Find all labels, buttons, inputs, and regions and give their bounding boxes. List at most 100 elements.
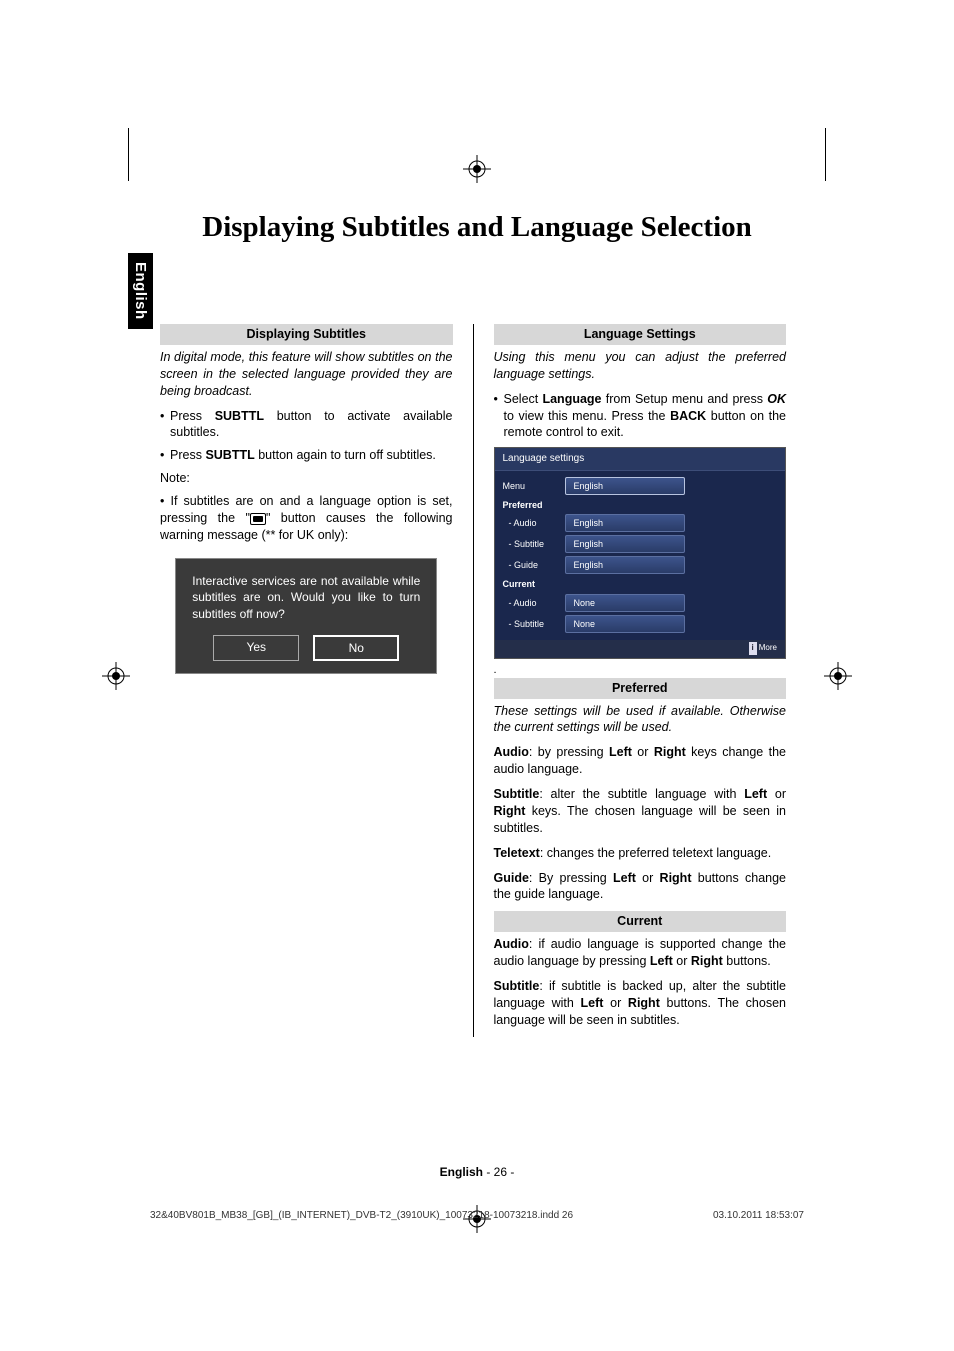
label: - Subtitle (503, 538, 559, 550)
bold: Right (628, 996, 660, 1010)
section-heading-preferred: Preferred (494, 678, 787, 699)
para-guide-preferred: Guide: By pressing Left or Right buttons… (494, 870, 787, 904)
right-intro: Using this menu you can adjust the prefe… (494, 349, 787, 383)
select-value[interactable]: English (565, 535, 685, 553)
bold: Right (494, 804, 526, 818)
para-teletext-preferred: Teletext: changes the preferred teletext… (494, 845, 787, 862)
dialog-text: Interactive services are not available w… (192, 573, 420, 623)
footer-metadata: 32&40BV801B_MB38_[GB]_(IB_INTERNET)_DVB-… (150, 1210, 804, 1221)
section-heading-current: Current (494, 911, 787, 932)
language-tab: English (128, 253, 153, 329)
bullet-select-language: Select Language from Setup menu and pres… (494, 391, 787, 442)
bold: Audio (494, 745, 529, 759)
text: : alter the subtitle language with (539, 787, 744, 801)
caption-dot: . (494, 663, 787, 678)
bold: Right (660, 871, 692, 885)
label: - Guide (503, 559, 559, 571)
bold: Right (654, 745, 686, 759)
footer-file: 32&40BV801B_MB38_[GB]_(IB_INTERNET)_DVB-… (150, 1210, 573, 1221)
bold: Left (609, 745, 632, 759)
section-heading-displaying-subtitles: Displaying Subtitles (160, 324, 453, 345)
bold: Left (613, 871, 636, 885)
section-heading-language-settings: Language Settings (494, 324, 787, 345)
tv-section-current: Current (503, 578, 778, 590)
text: or (767, 787, 786, 801)
text: keys. The chosen language will be seen i… (494, 804, 787, 835)
bullet-press-subttl-off: Press SUBTTL button again to turn off su… (160, 447, 453, 464)
select-value[interactable]: None (565, 615, 685, 633)
text: buttons. (723, 954, 771, 968)
page-title: Displaying Subtitles and Language Select… (0, 211, 954, 244)
para-subtitle-current: Subtitle: if subtitle is backed up, alte… (494, 978, 787, 1029)
bold: Subtitle (494, 979, 540, 993)
no-button[interactable]: No (313, 635, 399, 661)
text: from Setup menu and press (602, 392, 768, 406)
tv-section-preferred: Preferred (503, 499, 778, 511)
registration-mark-icon (102, 662, 130, 690)
right-column: Language Settings Using this menu you ca… (494, 324, 787, 1037)
bold: SUBTTL (205, 448, 254, 462)
registration-mark-icon (463, 155, 491, 183)
footer-page-number: English - 26 - (0, 1165, 954, 1179)
text: to view this menu. Press the (504, 409, 671, 423)
footer-timestamp: 03.10.2011 18:53:07 (713, 1210, 804, 1221)
warning-dialog-screenshot: Interactive services are not available w… (160, 558, 453, 675)
tv-row-subtitle: - Subtitle English (503, 535, 778, 553)
tv-row-current-audio: - Audio None (503, 594, 778, 612)
bold: Left (650, 954, 673, 968)
tv-row-guide: - Guide English (503, 556, 778, 574)
tv-row-current-subtitle: - Subtitle None (503, 615, 778, 633)
bold: Guide (494, 871, 529, 885)
text: : by pressing (529, 745, 609, 759)
bold: Teletext (494, 846, 540, 860)
label: Menu (503, 480, 559, 492)
footer-text: More (759, 643, 777, 654)
tv-row-menu: Menu English (503, 477, 778, 495)
text: button again to turn off subtitles. (255, 448, 436, 462)
select-value[interactable]: English (565, 556, 685, 574)
left-intro: In digital mode, this feature will show … (160, 349, 453, 400)
bold: OK (767, 392, 786, 406)
bold: Left (581, 996, 604, 1010)
label: - Audio (503, 517, 559, 529)
note-label: Note: (160, 470, 453, 487)
para-audio-current: Audio: if audio language is supported ch… (494, 936, 787, 970)
footer-lang: English (440, 1165, 483, 1179)
teletext-icon (250, 513, 266, 525)
text: or (603, 996, 627, 1010)
text: Press (170, 448, 205, 462)
label: - Audio (503, 597, 559, 609)
column-divider (473, 324, 474, 1037)
tv-header: Language settings (495, 448, 786, 471)
preferred-intro: These settings will be used if available… (494, 703, 787, 737)
select-value[interactable]: None (565, 594, 685, 612)
text: Press (170, 409, 215, 423)
text: : changes the preferred teletext languag… (540, 846, 771, 860)
tv-footer: i More (495, 640, 786, 658)
footer-page: - 26 - (483, 1165, 514, 1179)
crop-mark (128, 128, 129, 181)
para-audio-preferred: Audio: by pressing Left or Right keys ch… (494, 744, 787, 778)
text: or (673, 954, 691, 968)
info-badge-icon: i (749, 642, 757, 655)
text: or (636, 871, 660, 885)
bold: Language (542, 392, 601, 406)
text: : By pressing (529, 871, 613, 885)
text: Select (504, 392, 543, 406)
select-value[interactable]: English (565, 514, 685, 532)
bold: SUBTTL (215, 409, 264, 423)
note-text: • If subtitles are on and a language opt… (160, 493, 453, 544)
yes-button[interactable]: Yes (213, 635, 299, 661)
bold: Left (744, 787, 767, 801)
bold: Subtitle (494, 787, 540, 801)
text: or (632, 745, 654, 759)
bold: Audio (494, 937, 529, 951)
registration-mark-icon (824, 662, 852, 690)
crop-mark (825, 128, 826, 181)
select-value[interactable]: English (565, 477, 685, 495)
bold: Right (691, 954, 723, 968)
bold: BACK (670, 409, 706, 423)
tv-row-audio: - Audio English (503, 514, 778, 532)
label: - Subtitle (503, 618, 559, 630)
left-column: Displaying Subtitles In digital mode, th… (160, 324, 453, 1037)
